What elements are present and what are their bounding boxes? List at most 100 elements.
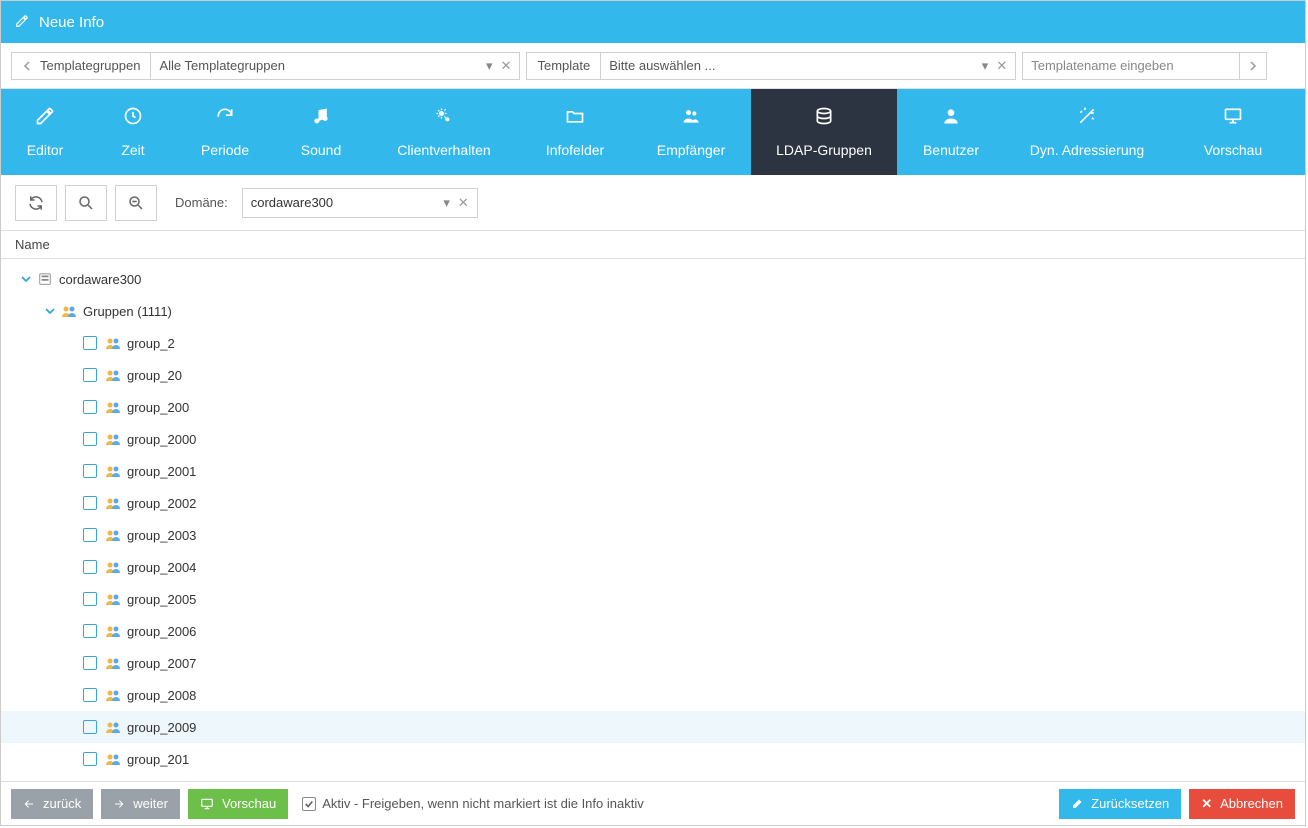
tree-groups-label: Gruppen (1111): [83, 304, 172, 319]
templategroups-combo[interactable]: Alle Templategruppen ▾ ✕: [150, 52, 520, 80]
next-button[interactable]: weiter: [101, 789, 180, 819]
tree-item-checkbox[interactable]: [83, 496, 97, 510]
active-checkbox[interactable]: Aktiv - Freigeben, wenn nicht markiert i…: [302, 796, 644, 811]
tab-clientverhalten[interactable]: Clientverhalten: [369, 89, 519, 175]
tree-row-item[interactable]: group_2008: [1, 679, 1305, 711]
templategroups-value: Alle Templategruppen: [159, 58, 478, 73]
tree-expander[interactable]: [43, 304, 57, 318]
tree-item-checkbox[interactable]: [83, 752, 97, 766]
tree-item-checkbox[interactable]: [83, 624, 97, 638]
tree-item-checkbox[interactable]: [83, 336, 97, 350]
preview-label: Vorschau: [222, 796, 276, 811]
tab-benutzer[interactable]: Benutzer: [897, 89, 1005, 175]
zoom-in-button[interactable]: [65, 185, 107, 221]
tree-row-item[interactable]: group_200: [1, 391, 1305, 423]
tree-item-label: group_20: [127, 368, 182, 383]
tree-item-label: group_2001: [127, 464, 196, 479]
templatename-input[interactable]: [1022, 52, 1240, 80]
tab-label: Infofelder: [546, 142, 604, 158]
preview-button[interactable]: Vorschau: [188, 789, 288, 819]
group-icon: [105, 591, 121, 607]
filter-next-button[interactable]: [1239, 52, 1267, 80]
tree-row-item[interactable]: group_20: [1, 359, 1305, 391]
reset-label: Zurücksetzen: [1091, 796, 1169, 811]
tree-row-item[interactable]: group_2: [1, 327, 1305, 359]
window-title: Neue Info: [39, 14, 104, 31]
tree[interactable]: cordaware300 Gruppen (1111) group_2 group_2…: [1, 259, 1305, 781]
tree-item-checkbox[interactable]: [83, 656, 97, 670]
domain-combo[interactable]: cordaware300 ▾ ✕: [242, 188, 478, 218]
tree-expander[interactable]: [19, 272, 33, 286]
tree-row-item[interactable]: group_2009: [1, 711, 1305, 743]
tab-dyn-adressierung[interactable]: Dyn. Adressierung: [1005, 89, 1169, 175]
tab-label: Zeit: [121, 142, 144, 158]
group-icon: [105, 399, 121, 415]
clear-domain-icon[interactable]: ✕: [458, 195, 469, 211]
tree-row-root[interactable]: cordaware300: [1, 263, 1305, 295]
tree-item-label: group_200: [127, 400, 189, 415]
tree-row-item[interactable]: group_2005: [1, 583, 1305, 615]
tab-label: Editor: [27, 142, 64, 158]
tree-item-checkbox[interactable]: [83, 560, 97, 574]
tree-item-label: group_2000: [127, 432, 196, 447]
group-icon: [105, 367, 121, 383]
zoom-out-button[interactable]: [115, 185, 157, 221]
tree-item-checkbox[interactable]: [83, 720, 97, 734]
chevron-left-icon: [22, 61, 32, 71]
tree-item-checkbox[interactable]: [83, 464, 97, 478]
tree-item-label: group_2006: [127, 624, 196, 639]
tree-row-item[interactable]: group_2002: [1, 487, 1305, 519]
wand-icon: [1077, 106, 1097, 132]
folder-icon: [565, 106, 585, 132]
tree-item-checkbox[interactable]: [83, 688, 97, 702]
tree-row-groups[interactable]: Gruppen (1111): [1, 295, 1305, 327]
tree-row-item[interactable]: group_201: [1, 743, 1305, 775]
tab-editor[interactable]: Editor: [1, 89, 89, 175]
tab-empfaenger[interactable]: Empfänger: [631, 89, 751, 175]
tree-item-checkbox[interactable]: [83, 592, 97, 606]
reset-button[interactable]: Zurücksetzen: [1059, 789, 1181, 819]
tab-label: LDAP-Gruppen: [776, 142, 872, 158]
cancel-button[interactable]: ✕ Abbrechen: [1189, 789, 1295, 819]
clear-template-icon[interactable]: ✕: [996, 58, 1007, 74]
tree-row-item[interactable]: group_2006: [1, 615, 1305, 647]
domain-label: Domäne:: [175, 195, 228, 210]
tree-item-label: group_2003: [127, 528, 196, 543]
group-icon: [105, 335, 121, 351]
tree-root-label: cordaware300: [59, 272, 141, 287]
tree-item-checkbox[interactable]: [83, 432, 97, 446]
tree-item-checkbox[interactable]: [83, 528, 97, 542]
tree-row-item[interactable]: group_2001: [1, 455, 1305, 487]
tree-item-checkbox[interactable]: [83, 400, 97, 414]
column-header[interactable]: Name: [1, 231, 1305, 259]
group-icon: [105, 559, 121, 575]
tab-infofelder[interactable]: Infofelder: [519, 89, 631, 175]
tab-vorschau[interactable]: Vorschau: [1169, 89, 1297, 175]
chevron-down-icon: ▾: [443, 195, 450, 211]
clear-templategroups-icon[interactable]: ✕: [501, 58, 512, 74]
tab-periode[interactable]: Periode: [177, 89, 273, 175]
group-icon: [105, 495, 121, 511]
tree-row-item[interactable]: group_2003: [1, 519, 1305, 551]
tab-sound[interactable]: Sound: [273, 89, 369, 175]
group-icon: [105, 527, 121, 543]
template-combo[interactable]: Bitte auswählen ... ▾ ✕: [600, 52, 1016, 80]
group-icon: [61, 303, 77, 319]
group-icon: [105, 431, 121, 447]
tab-zeit[interactable]: Zeit: [89, 89, 177, 175]
tree-item-label: group_2: [127, 336, 175, 351]
tab-label: Benutzer: [923, 142, 979, 158]
tree-row-item[interactable]: group_2007: [1, 647, 1305, 679]
tab-label: Dyn. Adressierung: [1030, 142, 1144, 158]
database-icon: [814, 106, 834, 132]
tree-row-item[interactable]: group_2004: [1, 551, 1305, 583]
back-button[interactable]: zurück: [11, 789, 93, 819]
user-icon: [941, 106, 961, 132]
templategroups-label-box[interactable]: Templategruppen: [11, 52, 151, 80]
tree-item-checkbox[interactable]: [83, 368, 97, 382]
column-name: Name: [15, 237, 50, 252]
tree-row-item[interactable]: group_2000: [1, 423, 1305, 455]
refresh-button[interactable]: [15, 185, 57, 221]
search-minus-icon: [127, 194, 145, 212]
tab-ldap-gruppen[interactable]: LDAP-Gruppen: [751, 89, 897, 175]
